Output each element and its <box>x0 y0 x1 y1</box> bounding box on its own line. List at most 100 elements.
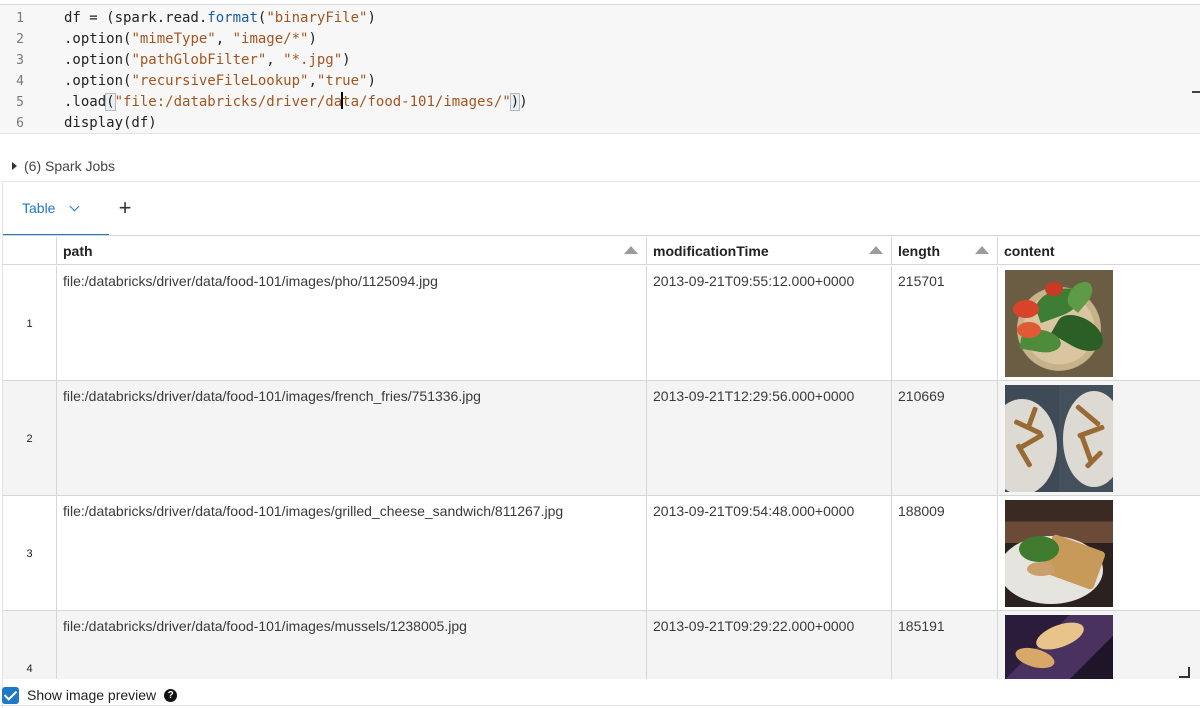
header-rownum <box>3 237 57 265</box>
code-token: "binaryFile" <box>266 10 368 26</box>
show-image-preview-label[interactable]: Show image preview <box>27 687 156 703</box>
code-token: , <box>215 31 233 47</box>
code-line[interactable]: 1 df = (spark.read.format("binaryFile") <box>0 8 1200 29</box>
code-token: "*.jpg" <box>283 52 343 68</box>
line-number: 1 <box>16 11 24 26</box>
mussels-image <box>1005 615 1113 679</box>
sort-path-icon[interactable] <box>624 246 638 254</box>
header-modification-time[interactable]: modificationTime <box>647 237 892 265</box>
code-text[interactable]: df = (spark.read.format("binaryFile") <box>64 8 376 29</box>
code-text[interactable]: .option("recursiveFileLookup","true") <box>64 71 376 92</box>
modification-time-cell[interactable]: 2013-09-21T09:55:12.000+0000 <box>647 266 892 381</box>
code-token: "recursiveFileLookup" <box>131 73 309 89</box>
code-text[interactable]: .option("mimeType", "image/*") <box>64 29 317 50</box>
add-visualization-button[interactable]: + <box>115 197 135 219</box>
code-token: .option( <box>64 52 132 68</box>
header-length[interactable]: length <box>892 237 998 265</box>
code-token: ) <box>519 94 528 110</box>
line-number: 6 <box>16 116 24 131</box>
path-cell[interactable]: file:/databricks/driver/data/food-101/im… <box>57 611 647 679</box>
header-path-label: path <box>63 243 93 259</box>
length-cell[interactable]: 215701 <box>892 266 998 381</box>
line-number: 4 <box>16 74 24 89</box>
pho-image <box>1005 270 1113 377</box>
tab-table[interactable]: Table <box>3 182 109 236</box>
path-cell[interactable]: file:/databricks/driver/data/food-101/im… <box>57 496 647 611</box>
table-row[interactable]: 4 file:/databricks/driver/data/food-101/… <box>3 611 1200 679</box>
code-token: "image/*" <box>232 31 309 47</box>
code-token: "true" <box>316 73 368 89</box>
bottom-divider <box>0 705 1200 706</box>
length-cell[interactable]: 210669 <box>892 381 998 496</box>
line-number: 3 <box>16 53 24 68</box>
results-panel: Table + path modificationTime length con… <box>2 181 1200 708</box>
content-cell[interactable] <box>998 266 1200 381</box>
results-table: path modificationTime length content 1 f… <box>3 237 1200 679</box>
code-token: ta/food-101/images/" <box>342 94 511 110</box>
code-token: , <box>266 52 284 68</box>
code-line[interactable]: 3 .option("pathGlobFilter", "*.jpg") <box>0 50 1200 71</box>
path-cell[interactable]: file:/databricks/driver/data/food-101/im… <box>57 266 647 381</box>
table-row[interactable]: 3 file:/databricks/driver/data/food-101/… <box>3 496 1200 611</box>
content-cell[interactable] <box>998 496 1200 611</box>
results-tabbar: Table + <box>3 182 1200 236</box>
code-token: ) <box>367 10 376 26</box>
header-length-label: length <box>898 243 940 259</box>
line-number: 5 <box>16 95 24 110</box>
code-token: ) <box>367 73 376 89</box>
code-token: ) <box>509 93 521 111</box>
header-modification-time-label: modificationTime <box>653 243 769 259</box>
caret-right-icon <box>12 162 17 170</box>
code-editor[interactable]: 1 df = (spark.read.format("binaryFile") 2.… <box>0 4 1200 134</box>
code-text[interactable]: display(df) <box>64 113 157 134</box>
code-line[interactable]: 2 .option("mimeType", "image/*") <box>0 29 1200 50</box>
table-row[interactable]: 1 file:/databricks/driver/data/food-101/… <box>3 266 1200 381</box>
code-token: .option( <box>64 73 132 89</box>
line-number: 2 <box>16 32 24 47</box>
code-token: "mimeType" <box>131 31 216 47</box>
code-token: df = (spark.read. <box>64 10 208 26</box>
image-preview-toggle: Show image preview ? <box>2 684 178 706</box>
spark-jobs-toggle[interactable]: (6) Spark Jobs <box>12 156 115 176</box>
modification-time-cell[interactable]: 2013-09-21T09:54:48.000+0000 <box>647 496 892 611</box>
length-cell[interactable]: 188009 <box>892 496 998 611</box>
header-path[interactable]: path <box>57 237 647 265</box>
resize-handle[interactable] <box>1179 667 1190 678</box>
show-image-preview-checkbox[interactable] <box>2 686 19 704</box>
modification-time-cell[interactable]: 2013-09-21T12:29:56.000+0000 <box>647 381 892 496</box>
code-text[interactable]: .load("file:/databricks/driver/data/food… <box>64 92 528 113</box>
header-content[interactable]: content <box>998 237 1200 265</box>
code-token: "pathGlobFilter" <box>131 52 267 68</box>
french-fries-image <box>1005 385 1113 492</box>
row-number: 1 <box>3 266 57 381</box>
chevron-down-icon[interactable] <box>70 201 80 211</box>
row-number: 4 <box>3 611 57 679</box>
code-line[interactable]: 5 .load("file:/databricks/driver/data/foo… <box>0 92 1200 113</box>
row-number: 2 <box>3 381 57 496</box>
row-number: 3 <box>3 496 57 611</box>
sort-length-icon[interactable] <box>975 246 989 254</box>
code-token: ( <box>105 93 116 111</box>
tab-table-label: Table <box>22 200 56 216</box>
code-text[interactable]: .option("pathGlobFilter", "*.jpg") <box>64 50 351 71</box>
code-token: , <box>308 73 317 89</box>
tabbar-divider <box>3 235 1200 236</box>
code-line[interactable]: 6 display(df) <box>0 113 1200 134</box>
table-row[interactable]: 2 file:/databricks/driver/data/food-101/… <box>3 381 1200 496</box>
path-cell[interactable]: file:/databricks/driver/data/food-101/im… <box>57 381 647 496</box>
length-cell[interactable]: 185191 <box>892 611 998 679</box>
code-token: "file:/databricks/driver/da <box>114 94 343 110</box>
code-token: ) <box>308 31 317 47</box>
grilled-cheese-sandwich-image <box>1005 500 1113 607</box>
content-cell[interactable] <box>998 611 1200 679</box>
sort-modification-time-icon[interactable] <box>869 246 883 254</box>
code-token: .option( <box>64 31 132 47</box>
code-token: format <box>207 10 258 26</box>
code-token: ) <box>342 52 351 68</box>
code-token: .load <box>64 94 107 110</box>
modification-time-cell[interactable]: 2013-09-21T09:29:22.000+0000 <box>647 611 892 679</box>
table-header: path modificationTime length content <box>3 237 1200 265</box>
help-icon[interactable]: ? <box>164 688 178 702</box>
code-line[interactable]: 4 .option("recursiveFileLookup","true") <box>0 71 1200 92</box>
content-cell[interactable] <box>998 381 1200 496</box>
